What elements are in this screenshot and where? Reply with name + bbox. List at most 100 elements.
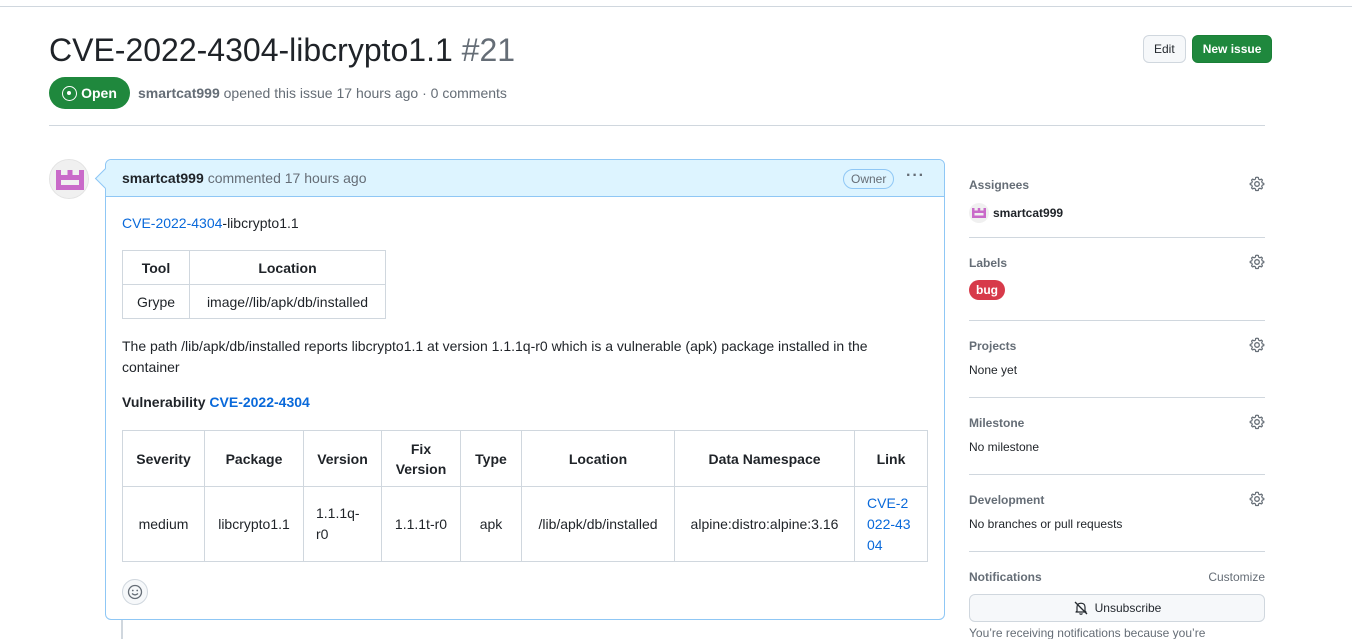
identicon-icon — [50, 160, 88, 198]
comment-header: smartcat999 commented 17 hours ago Owner… — [106, 160, 944, 197]
table-header: Version — [303, 430, 382, 487]
sidebar-milestone: Milestone No milestone — [969, 414, 1265, 454]
issue-title: CVE-2022-4304-libcrypto1.1 #21 — [49, 29, 515, 71]
table-header: Type — [460, 430, 522, 487]
table-header: Location — [521, 430, 675, 487]
sidebar-title[interactable]: Labels — [969, 254, 1265, 272]
sidebar-development: Development No branches or pull requests — [969, 491, 1265, 531]
add-reaction-button[interactable] — [122, 579, 148, 605]
table-cell: image//lib/apk/db/installed — [189, 284, 386, 319]
comment-author-link[interactable]: smartcat999 — [122, 170, 204, 186]
comment-intro: CVE-2022-4304-libcrypto1.1 — [122, 215, 299, 231]
customize-link[interactable]: Customize — [1208, 568, 1265, 586]
vuln-link[interactable]: CVE-2022-4304 — [209, 394, 309, 410]
gear-icon[interactable] — [1249, 254, 1265, 270]
comment-box: smartcat999 commented 17 hours ago Owner… — [105, 159, 945, 620]
sidebar-title: Notifications Customize — [969, 568, 1265, 586]
sidebar-divider — [969, 397, 1265, 398]
gear-icon[interactable] — [1249, 176, 1265, 192]
avatar[interactable] — [49, 159, 89, 199]
unsubscribe-label: Unsubscribe — [1094, 601, 1162, 615]
sidebar-divider — [969, 474, 1265, 475]
cve-link[interactable]: CVE-2022-4304 — [122, 215, 222, 231]
sidebar-notifications: Notifications Customize — [969, 568, 1265, 586]
new-issue-button[interactable]: New issue — [1191, 35, 1273, 63]
assignee-item[interactable]: smartcat999 — [969, 203, 1265, 223]
vuln-label: Vulnerability — [122, 394, 206, 410]
comment-paragraph: The path /lib/apk/db/installed reports l… — [122, 338, 868, 375]
tool-table: Tool Location Grype image//lib/apk/db/in… — [122, 250, 386, 319]
status-label: Open — [81, 85, 117, 101]
label-bug[interactable]: bug — [969, 280, 1005, 300]
table-header: Location — [189, 250, 386, 285]
table-cell: apk — [460, 486, 522, 562]
sidebar-divider — [969, 237, 1265, 238]
status-badge-open: Open — [49, 77, 130, 109]
table-header-row: Severity Package Version Fix Version Typ… — [122, 430, 928, 487]
assignee-name: smartcat999 — [993, 206, 1064, 220]
table-row: medium libcrypto1.1 1.1.1q-r0 1.1.1t-r0 … — [122, 486, 928, 562]
sidebar-title[interactable]: Development — [969, 491, 1265, 509]
header-divider — [49, 125, 1265, 126]
sidebar-title[interactable]: Milestone — [969, 414, 1265, 432]
table-cell: CVE-2022-4304 — [854, 486, 928, 562]
labels-list: bug — [969, 280, 1265, 300]
table-cell: 1.1.1t-r0 — [381, 486, 461, 562]
avatar-icon — [969, 203, 989, 223]
labels-title: Labels — [969, 256, 1008, 270]
table-header: Package — [204, 430, 304, 487]
table-cell: medium — [122, 486, 205, 562]
table-cell: /lib/apk/db/installed — [521, 486, 675, 562]
sidebar-labels: Labels bug — [969, 254, 1265, 300]
sidebar-divider — [969, 320, 1265, 321]
table-cve-link[interactable]: CVE-2022-4304 — [867, 493, 911, 556]
timeline-line — [121, 620, 123, 639]
gear-icon[interactable] — [1249, 491, 1265, 507]
development-title: Development — [969, 493, 1045, 507]
notification-reason: You’re receiving notifications because y… — [969, 626, 1206, 639]
table-header-row: Tool Location — [122, 250, 386, 285]
header-actions: Edit New issue — [1143, 35, 1273, 63]
assignees-title: Assignees — [969, 178, 1030, 192]
table-row: Grype image//lib/apk/db/installed — [122, 284, 386, 319]
vulnerability-table: Severity Package Version Fix Version Typ… — [122, 430, 928, 562]
top-border — [0, 0, 1352, 7]
kebab-menu-icon[interactable]: ··· — [906, 167, 925, 185]
sidebar-assignees: Assignees smartcat999 — [969, 176, 1265, 223]
notifications-title: Notifications — [969, 570, 1042, 584]
projects-title: Projects — [969, 339, 1017, 353]
table-cell: libcrypto1.1 — [204, 486, 304, 562]
bell-slash-icon — [1074, 601, 1088, 615]
issue-meta: smartcat999 opened this issue 17 hours a… — [138, 85, 507, 101]
sidebar-projects: Projects None yet — [969, 337, 1265, 377]
sidebar-title[interactable]: Projects — [969, 337, 1265, 355]
issue-meta-text: opened this issue 17 hours ago · 0 comme… — [223, 85, 507, 101]
table-header: Data Namespace — [674, 430, 855, 487]
issue-opened-icon — [62, 85, 78, 101]
issue-author-link[interactable]: smartcat999 — [138, 85, 220, 101]
edit-button[interactable]: Edit — [1143, 35, 1186, 63]
gear-icon[interactable] — [1249, 414, 1265, 430]
table-cell: alpine:distro:alpine:3.16 — [674, 486, 855, 562]
issue-number: #21 — [461, 32, 516, 68]
table-header: Severity — [122, 430, 205, 487]
sidebar-title[interactable]: Assignees — [969, 176, 1265, 194]
gear-icon[interactable] — [1249, 337, 1265, 353]
milestone-title: Milestone — [969, 416, 1025, 430]
table-header: Fix Version — [381, 430, 461, 487]
comment-action[interactable]: commented 17 hours ago — [208, 170, 367, 186]
table-header: Tool — [122, 250, 190, 285]
issue-title-text: CVE-2022-4304-libcrypto1.1 — [49, 32, 453, 68]
version-text: 1.1.1q-r0 — [316, 505, 360, 542]
unsubscribe-button[interactable]: Unsubscribe — [969, 594, 1265, 622]
milestone-value: No milestone — [969, 440, 1040, 454]
development-value: No branches or pull requests — [969, 517, 1123, 531]
projects-value: None yet — [969, 363, 1018, 377]
sidebar-divider — [969, 551, 1265, 552]
owner-badge: Owner — [843, 169, 895, 189]
table-cell: 1.1.1q-r0 — [303, 486, 382, 562]
smiley-icon — [127, 584, 143, 600]
table-header: Link — [854, 430, 928, 487]
vulnerability-heading: Vulnerability CVE-2022-4304 — [122, 394, 310, 410]
intro-rest: -libcrypto1.1 — [222, 215, 299, 231]
